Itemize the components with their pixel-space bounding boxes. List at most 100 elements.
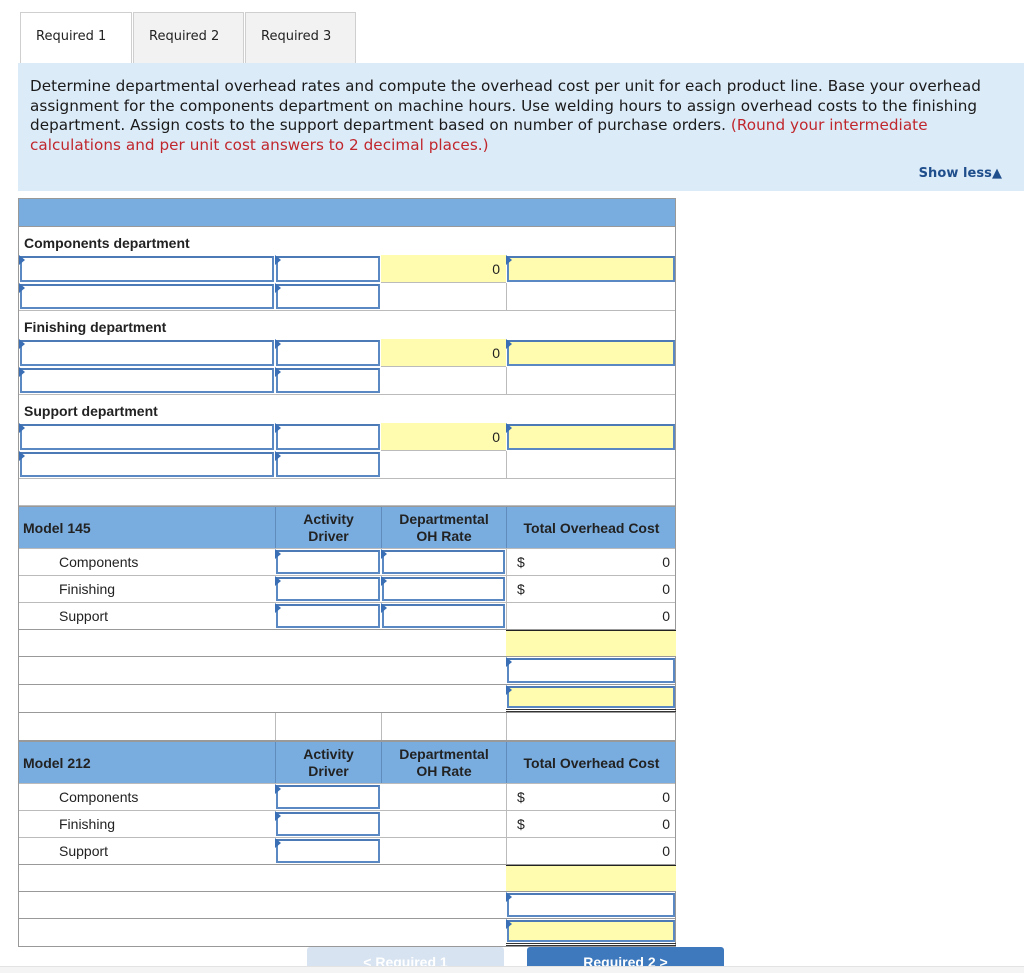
total-value: 0 [662,554,670,570]
computed-rate-cell: 0 [381,339,506,367]
currency-symbol: $ [517,581,525,597]
overhead-per-unit-input[interactable] [507,686,675,708]
empty-cell [506,283,676,310]
input-flag-icon [506,255,512,265]
driver-label-input[interactable] [20,284,274,309]
empty-cell [381,838,506,864]
input-flag-icon [19,255,25,265]
empty-cell [381,283,506,310]
total-value: 0 [662,608,670,624]
model-145-units-row [19,657,675,685]
input-flag-icon [19,339,25,349]
cost-label-input[interactable] [20,424,274,450]
total-overhead-sum-cell [506,865,676,891]
model-212-per-unit-row [19,919,676,947]
activity-driver-input[interactable] [276,550,380,574]
worksheet-table: Components department 0 Finishing depart… [18,198,676,947]
input-flag-icon [275,423,281,433]
section-label-components: Components department [24,235,190,251]
line-label: Components [59,789,139,805]
show-less-link[interactable]: Show less▲ [919,164,1002,184]
oh-rate-input[interactable] [382,577,505,601]
dept-row: 0 [19,255,675,283]
input-flag-icon [506,657,512,667]
cost-label-input[interactable] [20,340,274,366]
cost-label-input[interactable] [20,256,274,282]
input-flag-icon [275,339,281,349]
model-212-units-row [19,892,675,919]
input-flag-icon [506,685,512,695]
col-header-total-overhead: Total Overhead Cost [506,742,676,783]
units-produced-input[interactable] [507,893,675,917]
input-flag-icon [275,838,281,848]
activity-driver-input[interactable] [276,812,380,836]
rate-unit-input[interactable] [507,424,675,450]
driver-amount-input[interactable] [276,452,380,477]
input-flag-icon [275,451,281,461]
overhead-per-unit-input[interactable] [507,920,675,942]
dept-row [19,367,675,395]
instructions-panel: Determine departmental overhead rates an… [18,63,1024,191]
activity-driver-input[interactable] [276,785,380,809]
input-flag-icon [275,283,281,293]
computed-rate-cell: 0 [381,423,506,451]
empty-cell [381,784,506,810]
dept-row: 0 [19,423,675,451]
driver-amount-input[interactable] [276,368,380,393]
units-produced-input[interactable] [507,658,675,683]
empty-cell [381,713,506,740]
input-flag-icon [506,339,512,349]
input-flag-icon [19,423,25,433]
input-flag-icon [275,811,281,821]
section-label-support: Support department [24,403,158,419]
col-header-activity-driver: Activity Driver [275,507,381,548]
driver-label-input[interactable] [20,368,274,393]
input-flag-icon [275,255,281,265]
total-value: 0 [662,581,670,597]
tab-required-3[interactable]: Required 3 [245,12,356,63]
input-flag-icon [19,367,25,377]
empty-cell [381,367,506,394]
line-label: Finishing [59,581,116,597]
total-value: 0 [662,789,670,805]
tab-required-2[interactable]: Required 2 [133,12,244,63]
model-145-total-row [19,630,676,657]
activity-driver-input[interactable] [276,604,380,628]
tab-required-1[interactable]: Required 1 [20,12,132,63]
total-value: 0 [662,816,670,832]
cost-amount-input[interactable] [276,256,380,282]
computed-rate-value: 0 [492,428,500,445]
rate-unit-input[interactable] [507,340,675,366]
oh-rate-input[interactable] [382,604,505,628]
driver-amount-input[interactable] [276,284,380,309]
activity-driver-input[interactable] [276,839,380,863]
col-header-total-overhead: Total Overhead Cost [506,507,676,548]
cost-amount-input[interactable] [276,424,380,450]
computed-rate-cell: 0 [381,255,506,283]
section-label-finishing: Finishing department [24,319,167,335]
model-145-line: Finishing $0 [19,576,675,603]
computed-rate-value: 0 [492,260,500,277]
dept-row [19,283,675,311]
model-212-total-row [19,865,676,892]
model-145-header: Model 145 Activity Driver Departmental O… [19,506,675,549]
dept-row: 0 [19,339,675,367]
cost-amount-input[interactable] [276,340,380,366]
model-145-per-unit-row [19,685,676,713]
currency-symbol: $ [517,554,525,570]
rate-unit-input[interactable] [507,256,675,282]
show-less-label: Show less [918,166,992,181]
oh-rate-input[interactable] [382,550,505,574]
activity-driver-input[interactable] [276,577,380,601]
driver-label-input[interactable] [20,452,274,477]
model-label: Model 145 [23,519,91,536]
line-label: Finishing [59,816,116,832]
col-header-oh-rate: Departmental OH Rate [381,742,506,783]
input-flag-icon [381,603,387,613]
empty-cell [506,713,676,740]
col-header-oh-rate: Departmental OH Rate [381,507,506,548]
model-label: Model 212 [23,754,91,771]
model-212-header: Model 212 Activity Driver Departmental O… [19,741,675,784]
model-145-line: Support 0 [19,603,675,630]
input-flag-icon [275,603,281,613]
